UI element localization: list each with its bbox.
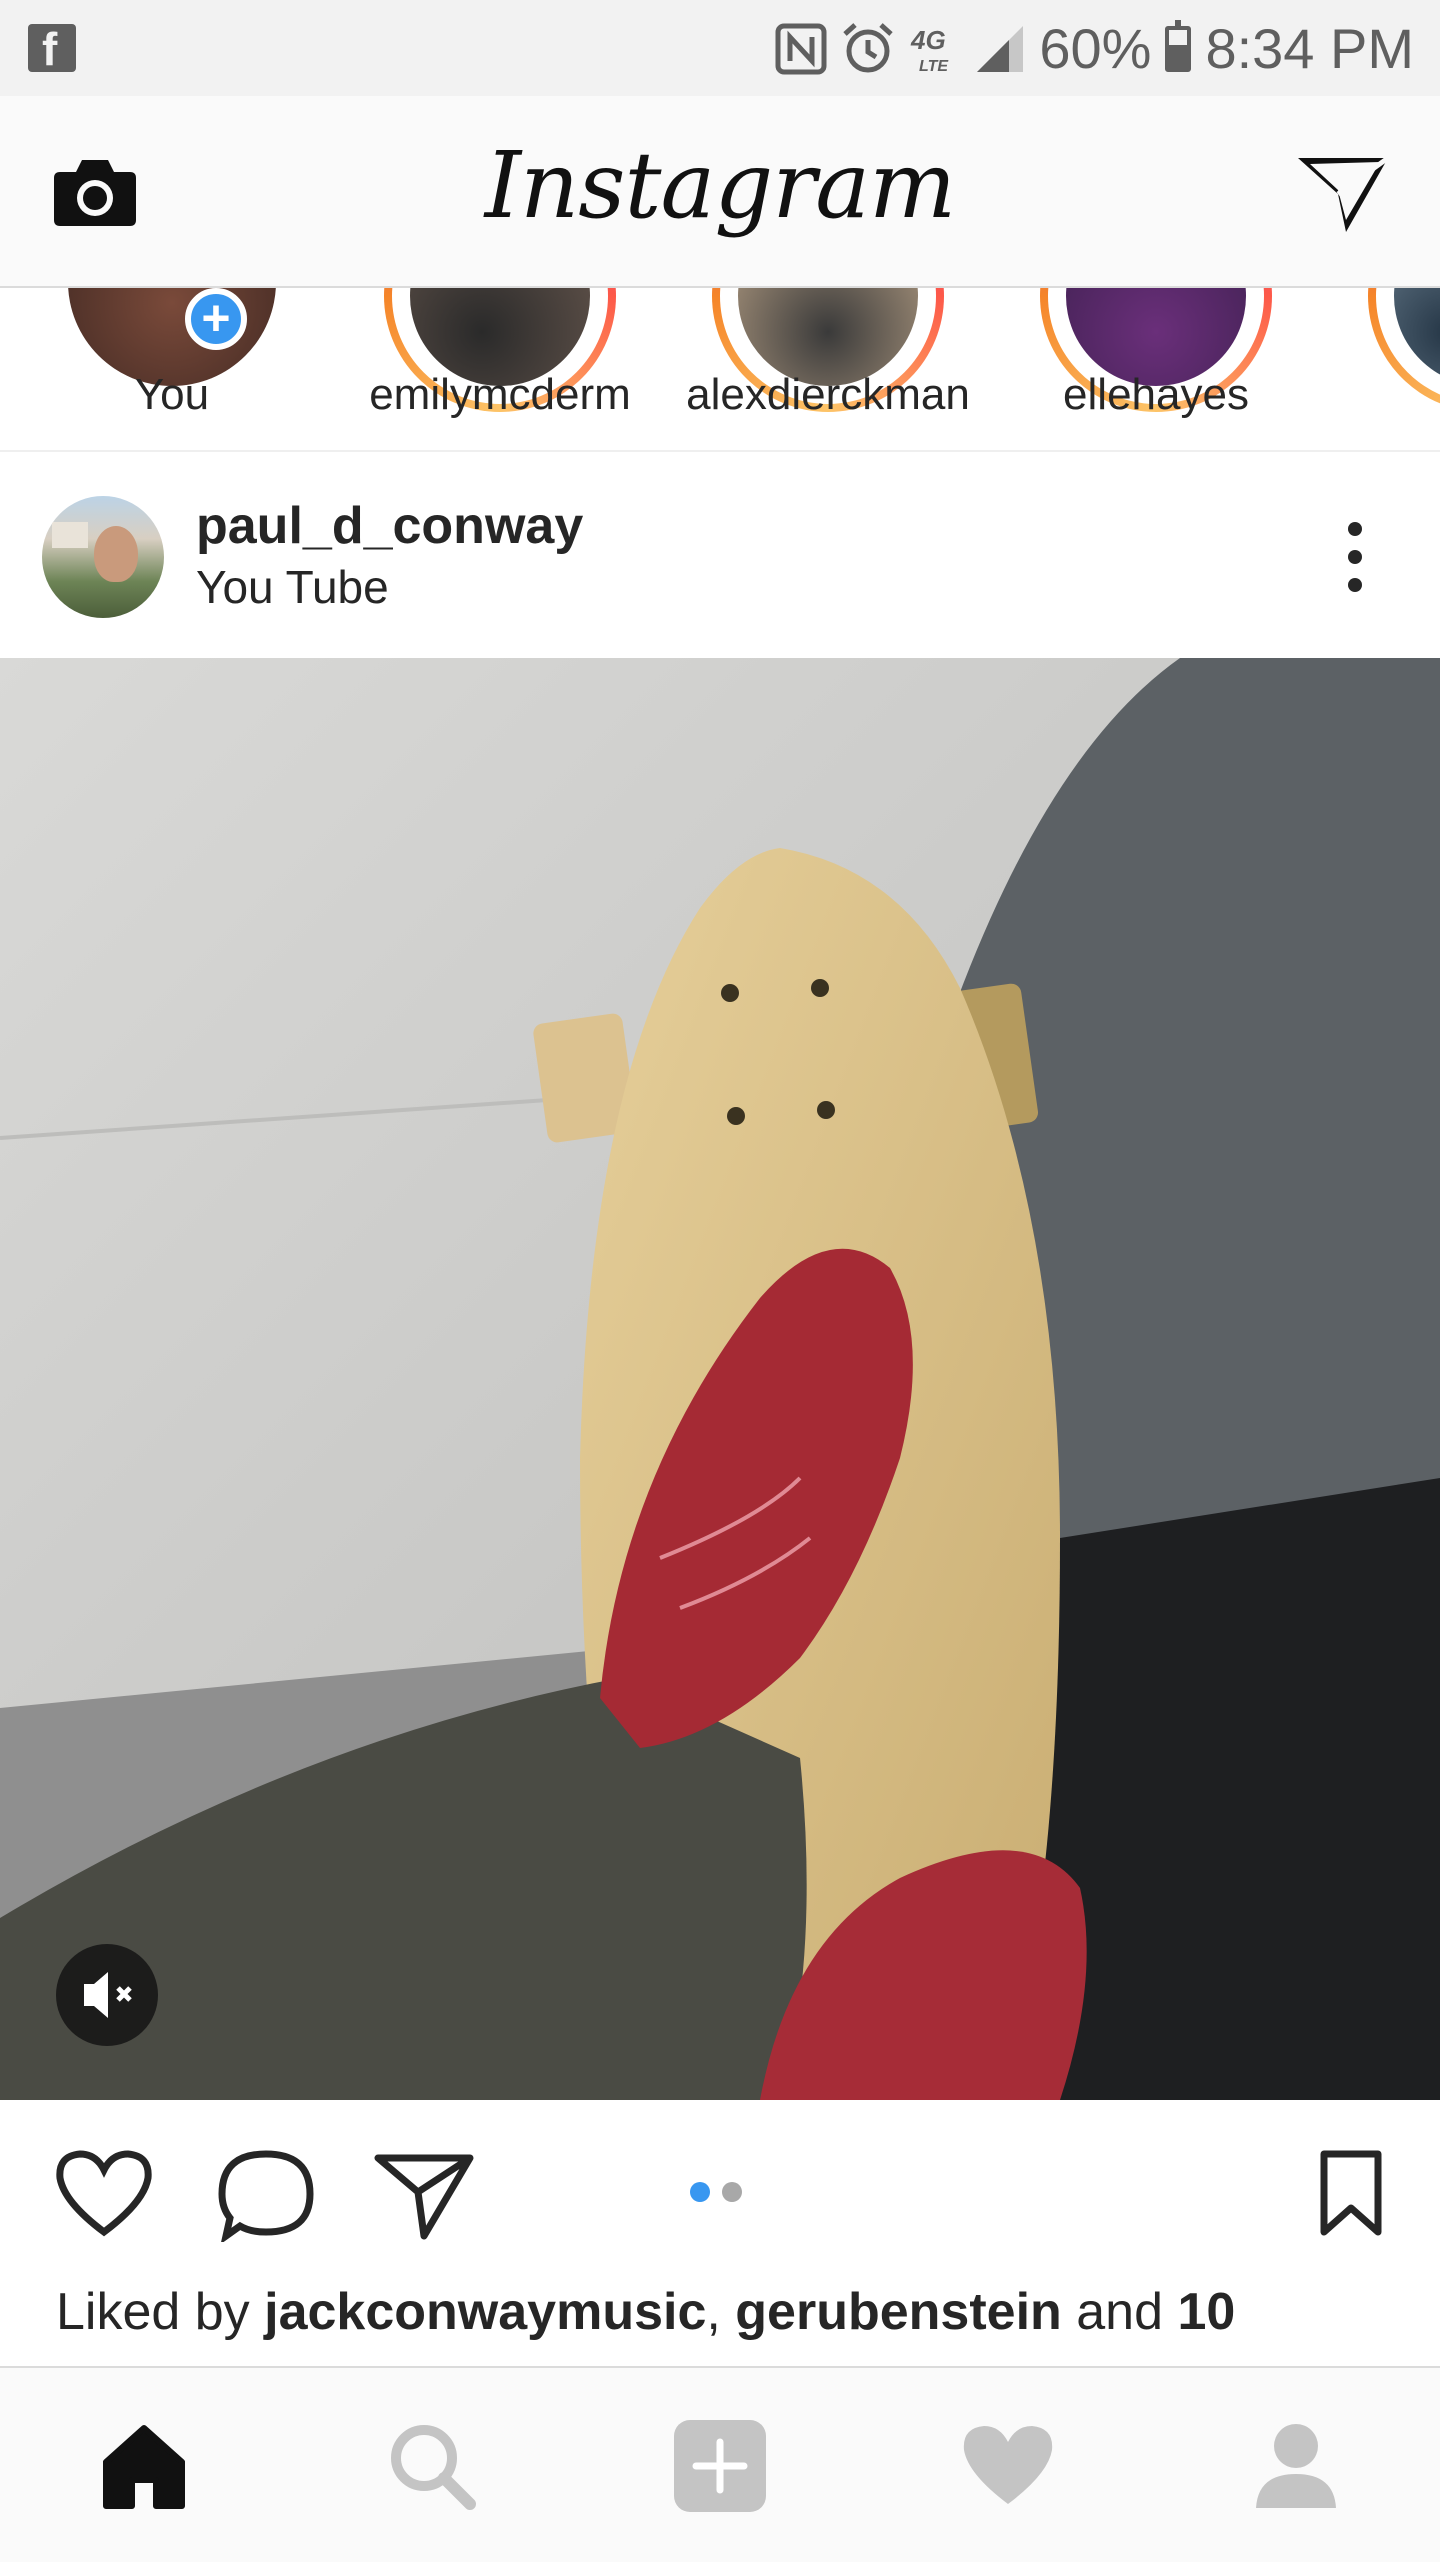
carousel-dot (690, 2182, 710, 2202)
add-story-icon[interactable]: + (185, 288, 247, 350)
activity-icon[interactable] (958, 2416, 1058, 2516)
story-label: alexdierckman (686, 370, 970, 419)
nfc-icon (775, 23, 827, 75)
likes-count[interactable]: 10 (1177, 2283, 1235, 2341)
home-icon[interactable] (94, 2416, 194, 2516)
likes-and: and (1061, 2283, 1178, 2341)
network-4g-icon: 4G LTE (910, 25, 949, 75)
bookmark-icon[interactable] (1316, 2148, 1386, 2238)
alarm-icon (843, 23, 894, 73)
story-you[interactable]: + You (57, 288, 287, 448)
facebook-notification-icon: f (28, 24, 76, 72)
battery-percent: 60% (1039, 17, 1152, 80)
svg-text:4G: 4G (910, 25, 946, 55)
post-username[interactable]: paul_d_conway (196, 496, 583, 556)
story-alexdierckman[interactable]: alexdierckman (686, 288, 970, 448)
story-emilymcderm[interactable]: emilymcderm (369, 288, 631, 448)
clock: 8:34 PM (1205, 17, 1414, 80)
story-label: emilymcderm (369, 370, 631, 419)
svg-text:LTE: LTE (919, 58, 949, 75)
story-ray[interactable]: ray (1368, 288, 1440, 448)
post-media[interactable] (0, 658, 1440, 2100)
profile-icon[interactable] (1246, 2416, 1346, 2516)
status-icons: 4G LTE 60% 8:34 PM (775, 14, 1414, 84)
like-icon[interactable] (54, 2148, 154, 2238)
direct-message-icon[interactable] (1294, 148, 1394, 238)
liker-username[interactable]: gerubenstein (735, 2283, 1062, 2341)
story-label: You (134, 370, 210, 419)
share-icon[interactable] (372, 2148, 476, 2242)
avatar[interactable] (42, 496, 164, 618)
carousel-dot (722, 2182, 742, 2202)
signal-icon (977, 26, 1024, 72)
post-location[interactable]: You Tube (196, 560, 389, 614)
status-bar: f 4G LTE 60% 8:34 PM (0, 0, 1440, 96)
story-ellehayes[interactable]: ellehayes (1040, 288, 1272, 448)
story-label: ellehayes (1063, 370, 1249, 419)
speaker-muted-icon (84, 1972, 132, 2018)
stories-tray: + You emilymcderm alexdierckman ellehaye… (0, 288, 1440, 452)
likes-separator: , (706, 2283, 736, 2341)
story-label: ray (1329, 370, 1440, 420)
mute-button[interactable] (56, 1944, 158, 2046)
instagram-logo: Instagram (484, 132, 957, 239)
top-bar: Instagram (0, 96, 1440, 288)
liker-username[interactable]: jackconwaymusic (264, 2283, 706, 2341)
comment-icon[interactable] (216, 2148, 316, 2242)
more-options-icon[interactable] (1340, 522, 1370, 598)
post-actions (0, 2100, 1440, 2280)
skateboard-photo (0, 658, 1440, 2100)
carousel-indicator (690, 2182, 742, 2202)
likes-summary[interactable]: Liked by jackconwaymusic, gerubenstein a… (56, 2282, 1235, 2342)
search-icon[interactable] (382, 2416, 482, 2516)
likes-prefix: Liked by (56, 2283, 265, 2341)
post-header: paul_d_conway You Tube (0, 452, 1440, 658)
battery-icon (1165, 20, 1192, 72)
add-post-icon[interactable] (670, 2416, 770, 2516)
bottom-navigation (0, 2366, 1440, 2562)
